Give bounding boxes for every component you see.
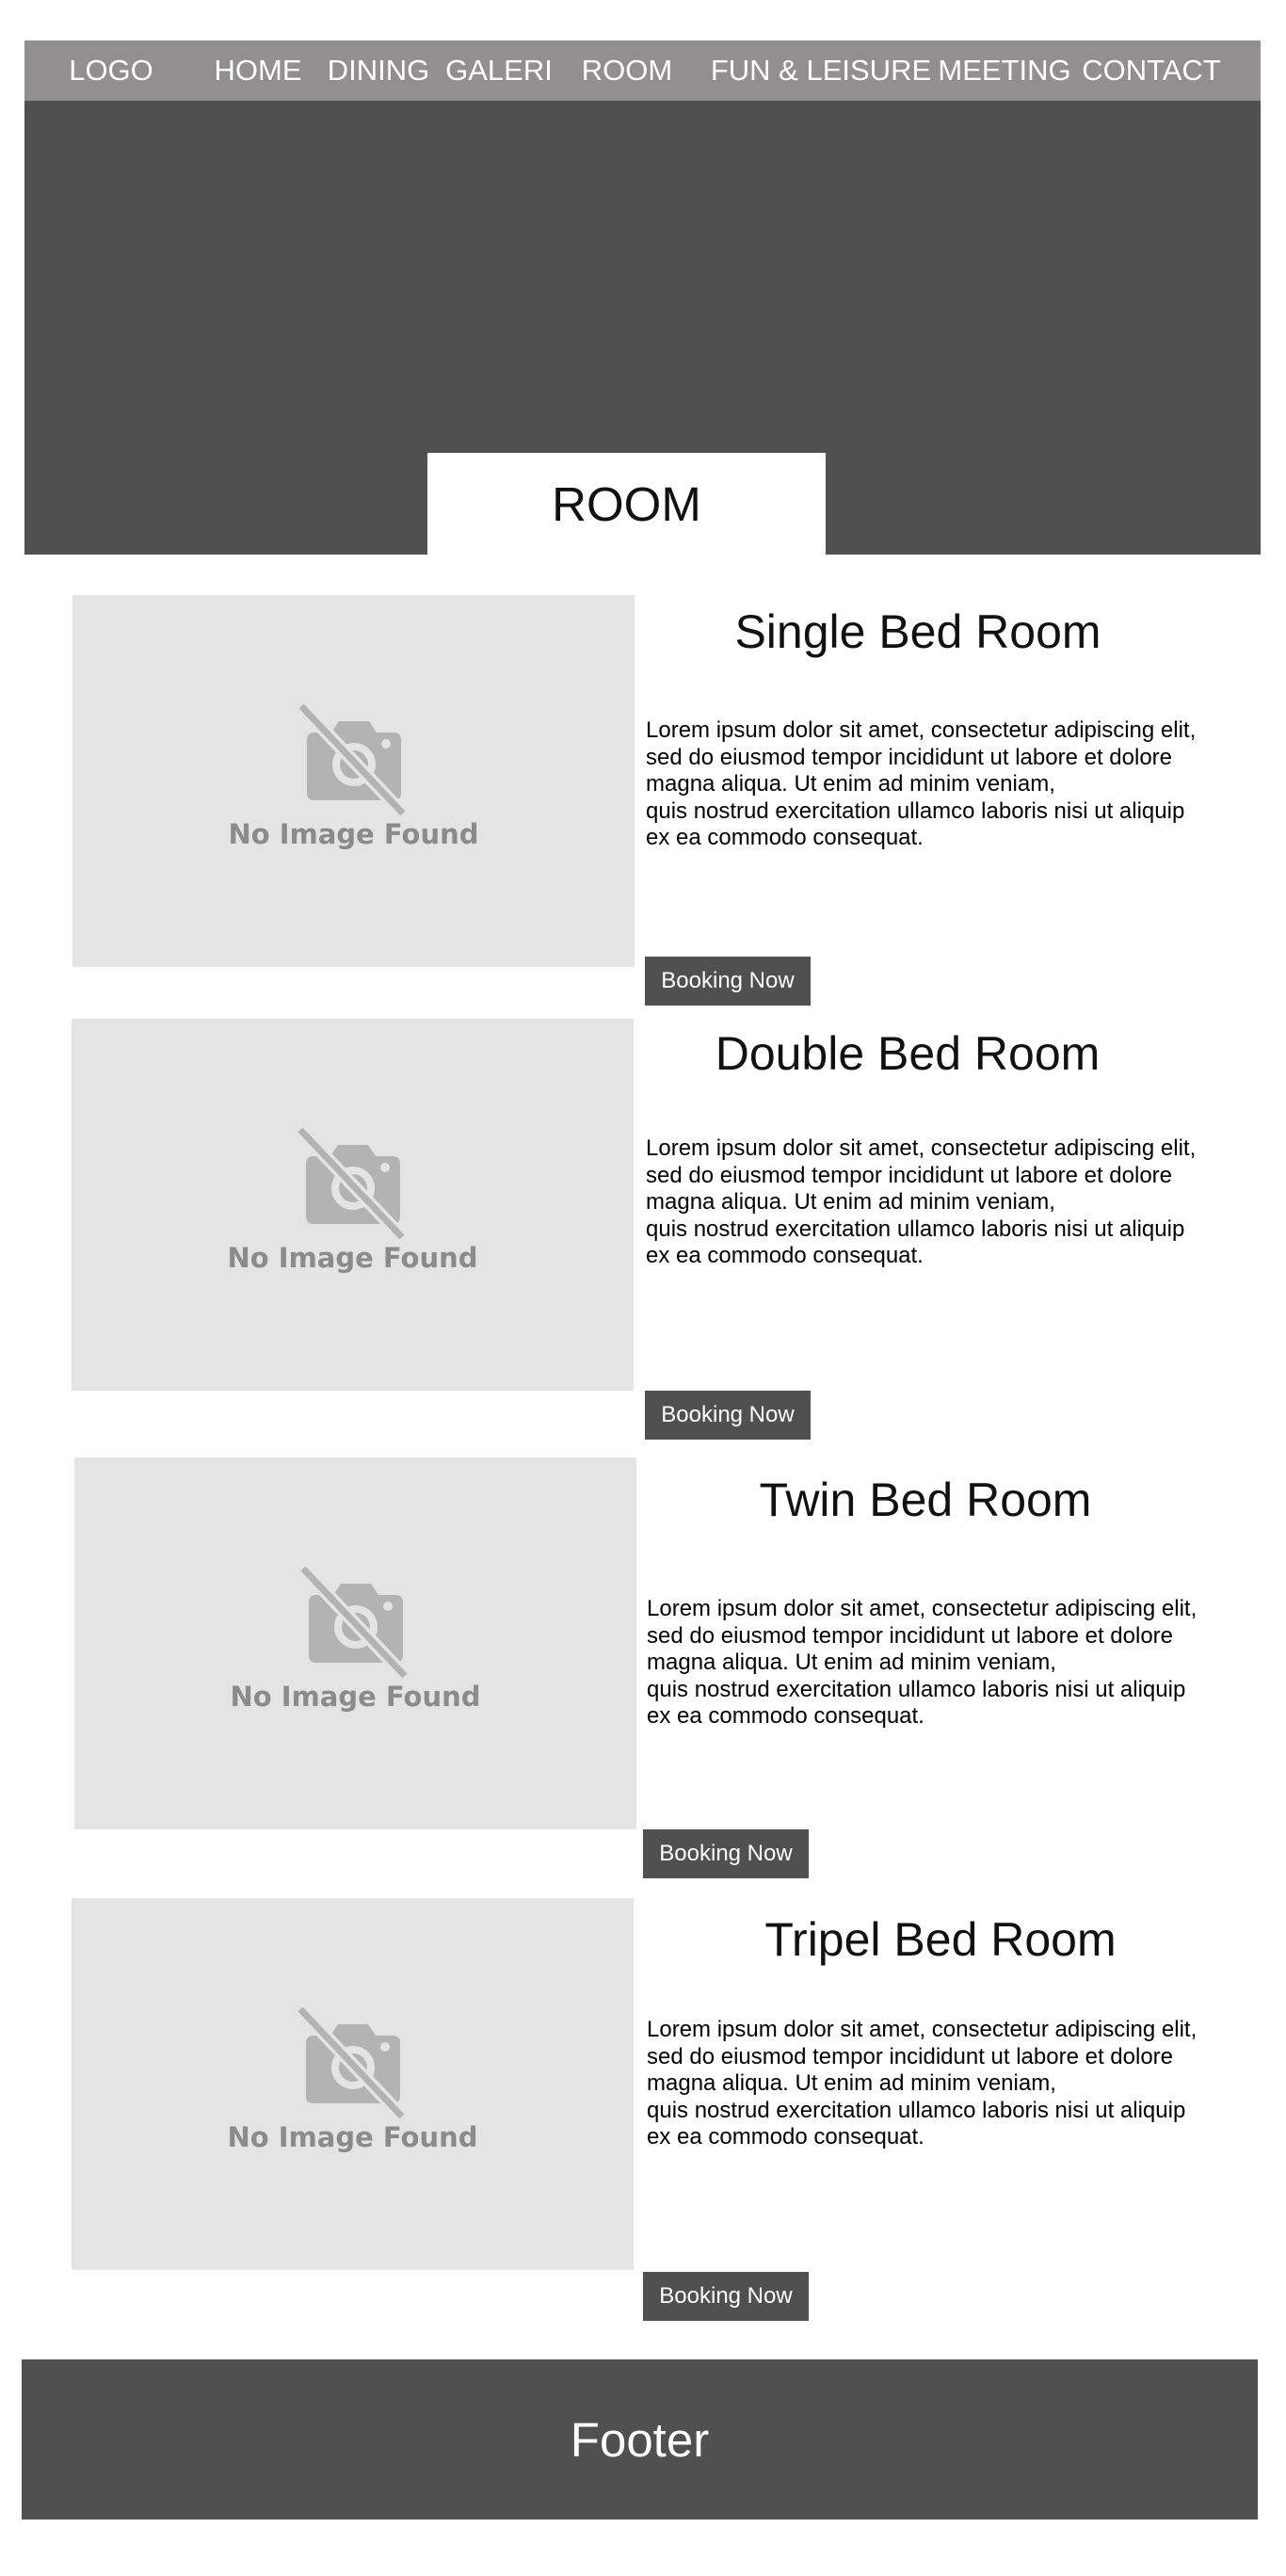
camera-off-icon [296,2007,407,2120]
no-image-label: No Image Found [227,2121,478,2153]
room-description: Lorem ipsum dolor sit amet, consectetur … [647,1596,1198,1729]
nav-item-fun-leisure[interactable]: FUN & LEISURE [711,40,931,101]
room-title: Twin Bed Room [759,1473,1092,1526]
booking-now-button[interactable]: Booking Now [643,1829,809,1878]
nav-item-room[interactable]: ROOM [582,40,672,101]
no-image-label: No Image Found [227,1242,478,1274]
room-image-placeholder: No Image Found [72,1898,634,2270]
logo[interactable]: LOGO [69,40,153,101]
booking-now-button[interactable]: Booking Now [645,1391,811,1440]
camera-off-icon [298,1567,410,1680]
room-title: Double Bed Room [715,1027,1101,1080]
room-description: Lorem ipsum dolor sit amet, consectetur … [646,717,1197,850]
camera-off-icon [297,704,408,817]
camera-off-icon [296,1128,407,1241]
room-title: Single Bed Room [734,605,1101,658]
room-image-placeholder: No Image Found [72,595,635,967]
room-description: Lorem ipsum dolor sit amet, consectetur … [647,2017,1198,2149]
nav-item-home[interactable]: HOME [215,40,302,101]
booking-now-button[interactable]: Booking Now [643,2272,809,2321]
page-title: ROOM [552,476,701,531]
room-description: Lorem ipsum dolor sit amet, consectetur … [646,1135,1197,1268]
footer: Footer [22,2359,1258,2520]
nav-item-contact[interactable]: CONTACT [1082,40,1221,101]
no-image-label: No Image Found [230,1681,481,1713]
footer-text: Footer [570,2412,710,2467]
nav-item-meeting[interactable]: MEETING [938,40,1070,101]
hero-title-box: ROOM [427,453,826,555]
room-image-placeholder: No Image Found [72,1019,634,1391]
nav-item-dining[interactable]: DINING [328,40,430,101]
room-image-placeholder: No Image Found [74,1457,636,1829]
no-image-label: No Image Found [228,818,479,850]
nav-item-galeri[interactable]: GALERI [445,40,553,101]
booking-now-button[interactable]: Booking Now [645,957,811,1006]
room-title: Tripel Bed Room [764,1913,1117,1966]
top-nav-bar: LOGO HOME DINING GALERI ROOM FUN & LEISU… [24,40,1261,101]
